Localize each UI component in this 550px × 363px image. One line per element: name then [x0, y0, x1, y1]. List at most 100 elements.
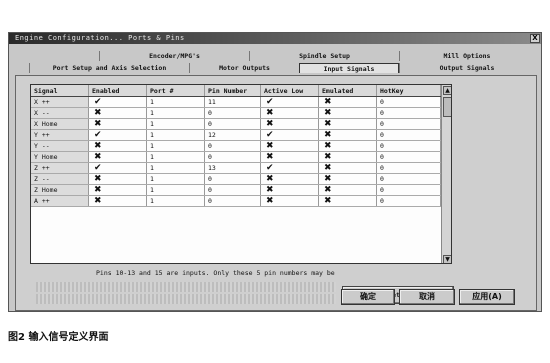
port-cell[interactable]: 1 — [147, 130, 205, 140]
apply-button[interactable]: 应用(A) — [459, 289, 515, 305]
grid-row[interactable]: X -- ✖ 1 0 ✖ ✖ 0 — [31, 108, 451, 119]
signal-cell[interactable]: Y ++ — [31, 130, 89, 140]
grid-scrollbar[interactable]: ▲ ▼ — [441, 85, 451, 263]
emulated-cell[interactable]: ✖ — [319, 163, 377, 173]
active-low-cell[interactable]: ✖ — [261, 152, 319, 162]
signal-cell[interactable]: X ++ — [31, 97, 89, 107]
signal-cell[interactable]: Y -- — [31, 141, 89, 151]
active-low-cell[interactable]: ✖ — [261, 196, 319, 206]
scroll-up-icon[interactable]: ▲ — [443, 86, 451, 95]
pin-cell[interactable]: 11 — [205, 97, 261, 107]
grid-row[interactable]: Z ++ ✔ 1 13 ✔ ✖ 0 — [31, 163, 451, 174]
pin-cell[interactable]: 0 — [205, 174, 261, 184]
active-low-cell[interactable]: ✖ — [261, 108, 319, 118]
emulated-cell[interactable]: ✖ — [319, 97, 377, 107]
hotkey-cell[interactable]: 0 — [377, 185, 441, 195]
cross-icon: ✖ — [266, 141, 274, 151]
port-cell[interactable]: 1 — [147, 185, 205, 195]
emulated-cell[interactable]: ✖ — [319, 174, 377, 184]
grid-row[interactable]: Z Home ✖ 1 0 ✖ ✖ 0 — [31, 185, 451, 196]
port-cell[interactable]: 1 — [147, 196, 205, 206]
pin-cell[interactable]: 0 — [205, 141, 261, 151]
signal-grid[interactable]: Signal Enabled Port # Pin Number Active … — [30, 84, 452, 264]
pin-cell[interactable]: 0 — [205, 108, 261, 118]
enabled-cell[interactable]: ✖ — [89, 185, 147, 195]
pin-cell[interactable]: 0 — [205, 185, 261, 195]
grid-row[interactable]: Z -- ✖ 1 0 ✖ ✖ 0 — [31, 174, 451, 185]
active-low-cell[interactable]: ✖ — [261, 174, 319, 184]
port-cell[interactable]: 1 — [147, 141, 205, 151]
scroll-down-icon[interactable]: ▼ — [443, 255, 451, 263]
hotkey-cell[interactable]: 0 — [377, 97, 441, 107]
emulated-cell[interactable]: ✖ — [319, 119, 377, 129]
signal-cell[interactable]: Z Home — [31, 185, 89, 195]
grid-row[interactable]: Y ++ ✔ 1 12 ✔ ✖ 0 — [31, 130, 451, 141]
pin-cell[interactable]: 0 — [205, 196, 261, 206]
hotkey-cell[interactable]: 0 — [377, 130, 441, 140]
ports-pins-dialog: Engine Configuration... Ports & Pins X E… — [8, 32, 542, 312]
port-cell[interactable]: 1 — [147, 152, 205, 162]
port-cell[interactable]: 1 — [147, 97, 205, 107]
port-cell[interactable]: 1 — [147, 119, 205, 129]
grid-row[interactable]: Y -- ✖ 1 0 ✖ ✖ 0 — [31, 141, 451, 152]
signal-cell[interactable]: Z ++ — [31, 163, 89, 173]
ok-button[interactable]: 确定 — [341, 289, 395, 305]
scroll-thumb[interactable] — [443, 97, 451, 117]
cross-icon: ✖ — [94, 196, 102, 206]
hotkey-cell[interactable]: 0 — [377, 196, 441, 206]
active-low-cell[interactable]: ✔ — [261, 130, 319, 140]
hotkey-cell[interactable]: 0 — [377, 163, 441, 173]
emulated-cell[interactable]: ✖ — [319, 185, 377, 195]
tab-port-setup[interactable]: Port Setup and Axis Selection — [29, 63, 189, 73]
signal-cell[interactable]: X -- — [31, 108, 89, 118]
emulated-cell[interactable]: ✖ — [319, 152, 377, 162]
signal-cell[interactable]: X Home — [31, 119, 89, 129]
enabled-cell[interactable]: ✔ — [89, 163, 147, 173]
signal-cell[interactable]: Y Home — [31, 152, 89, 162]
pin-cell[interactable]: 13 — [205, 163, 261, 173]
grid-row[interactable]: X ++ ✔ 1 11 ✔ ✖ 0 — [31, 97, 451, 108]
col-active-low-header: Active Low — [261, 85, 319, 96]
enabled-cell[interactable]: ✖ — [89, 108, 147, 118]
active-low-cell[interactable]: ✖ — [261, 185, 319, 195]
emulated-cell[interactable]: ✖ — [319, 108, 377, 118]
enabled-cell[interactable]: ✔ — [89, 130, 147, 140]
hotkey-cell[interactable]: 0 — [377, 152, 441, 162]
hotkey-cell[interactable]: 0 — [377, 174, 441, 184]
close-button[interactable]: X — [530, 34, 540, 43]
active-low-cell[interactable]: ✔ — [261, 163, 319, 173]
emulated-cell[interactable]: ✖ — [319, 130, 377, 140]
cancel-button[interactable]: 取消 — [399, 289, 455, 305]
port-cell[interactable]: 1 — [147, 174, 205, 184]
grid-row[interactable]: A ++ ✖ 1 0 ✖ ✖ 0 — [31, 196, 451, 207]
emulated-cell[interactable]: ✖ — [319, 141, 377, 151]
grid-row[interactable]: X Home ✖ 1 0 ✖ ✖ 0 — [31, 119, 451, 130]
pin-cell[interactable]: 12 — [205, 130, 261, 140]
tab-encoder-mpgs[interactable]: Encoder/MPG's — [99, 51, 249, 61]
tab-input-signals[interactable]: Input Signals — [299, 63, 399, 73]
enabled-cell[interactable]: ✖ — [89, 141, 147, 151]
grid-row[interactable]: Y Home ✖ 1 0 ✖ ✖ 0 — [31, 152, 451, 163]
pin-cell[interactable]: 0 — [205, 152, 261, 162]
enabled-cell[interactable]: ✔ — [89, 97, 147, 107]
tab-spindle-setup[interactable]: Spindle Setup — [249, 51, 399, 61]
enabled-cell[interactable]: ✖ — [89, 174, 147, 184]
port-cell[interactable]: 1 — [147, 108, 205, 118]
enabled-cell[interactable]: ✖ — [89, 119, 147, 129]
active-low-cell[interactable]: ✖ — [261, 141, 319, 151]
hotkey-cell[interactable]: 0 — [377, 108, 441, 118]
active-low-cell[interactable]: ✔ — [261, 97, 319, 107]
active-low-cell[interactable]: ✖ — [261, 119, 319, 129]
emulated-cell[interactable]: ✖ — [319, 196, 377, 206]
hotkey-cell[interactable]: 0 — [377, 119, 441, 129]
signal-cell[interactable]: A ++ — [31, 196, 89, 206]
tab-motor-outputs[interactable]: Motor Outputs — [189, 63, 299, 73]
signal-cell[interactable]: Z -- — [31, 174, 89, 184]
enabled-cell[interactable]: ✖ — [89, 196, 147, 206]
enabled-cell[interactable]: ✖ — [89, 152, 147, 162]
port-cell[interactable]: 1 — [147, 163, 205, 173]
pin-cell[interactable]: 0 — [205, 119, 261, 129]
tab-output-signals[interactable]: Output Signals — [399, 63, 534, 73]
tab-mill-options[interactable]: Mill Options — [399, 51, 534, 61]
hotkey-cell[interactable]: 0 — [377, 141, 441, 151]
